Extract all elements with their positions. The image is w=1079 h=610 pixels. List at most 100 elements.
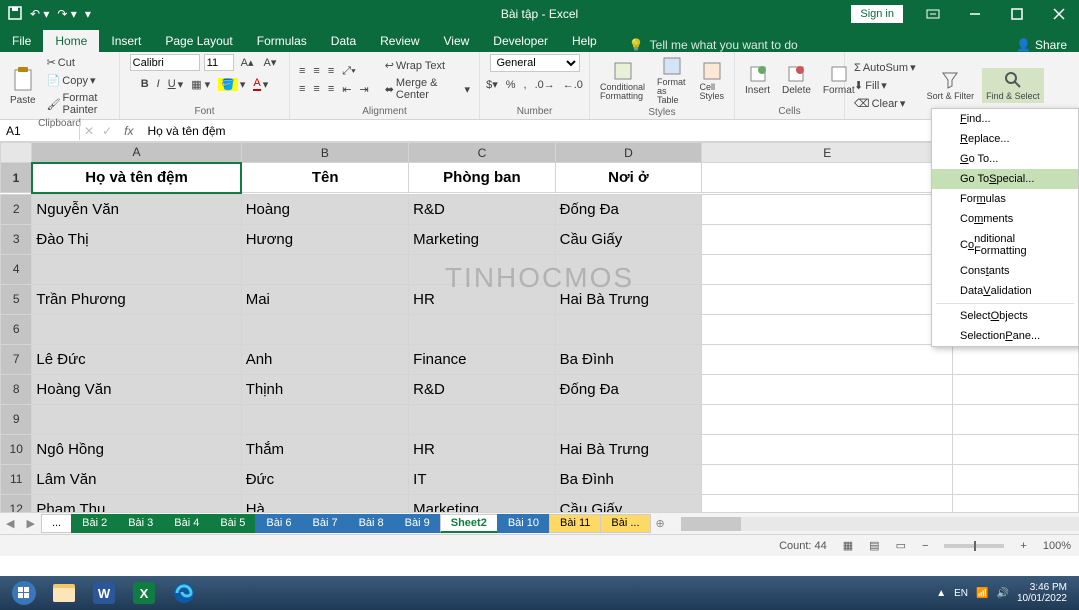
tray-clock[interactable]: 3:46 PM 10/01/2022 <box>1017 582 1067 604</box>
menu-item[interactable]: Go To... <box>932 149 1078 169</box>
tell-me-search[interactable]: 💡 Tell me what you want to do <box>609 38 798 52</box>
menu-item[interactable]: Find... <box>932 109 1078 129</box>
cell[interactable]: Đào Thị <box>32 224 241 254</box>
cell[interactable]: Đống Đa <box>555 194 702 224</box>
cell[interactable]: Trần Phương <box>32 284 241 314</box>
cell[interactable] <box>953 464 1079 494</box>
cell[interactable]: Phòng ban <box>409 163 556 193</box>
paste-button[interactable]: Paste <box>6 65 40 108</box>
zoom-in-icon[interactable]: + <box>1020 540 1026 552</box>
align-bottom-icon[interactable]: ≡ <box>325 63 337 80</box>
cell[interactable] <box>953 494 1079 512</box>
cell-styles-button[interactable]: Cell Styles <box>696 59 729 103</box>
cell[interactable]: HR <box>409 434 556 464</box>
row-header[interactable]: 10 <box>1 434 32 464</box>
save-icon[interactable] <box>8 6 22 23</box>
comma-icon[interactable]: , <box>521 76 530 93</box>
name-box[interactable]: A1 <box>0 122 80 140</box>
orientation-icon[interactable]: ⤢▾ <box>339 63 358 80</box>
view-layout-icon[interactable]: ▤ <box>869 539 879 552</box>
cell[interactable] <box>953 374 1079 404</box>
indent-inc-icon[interactable]: ⇥ <box>356 81 371 98</box>
tab-formulas[interactable]: Formulas <box>245 30 319 52</box>
cell[interactable]: Nguyễn Văn <box>32 194 241 224</box>
row-header[interactable]: 9 <box>1 404 32 434</box>
horizontal-scrollbar[interactable] <box>681 517 1079 531</box>
sheet-tab[interactable]: Bài 4 <box>163 514 210 533</box>
sheet-tab[interactable]: Bài 11 <box>549 514 601 533</box>
tab-help[interactable]: Help <box>560 30 609 52</box>
tab-page-layout[interactable]: Page Layout <box>153 30 244 52</box>
italic-button[interactable]: I <box>154 76 163 92</box>
tab-review[interactable]: Review <box>368 30 431 52</box>
currency-icon[interactable]: $▾ <box>483 76 501 93</box>
cell[interactable] <box>702 404 953 434</box>
align-center-icon[interactable]: ≡ <box>310 81 322 98</box>
col-header-a[interactable]: A <box>32 143 241 163</box>
copy-button[interactable]: 📄 Copy ▾ <box>44 72 113 89</box>
cell[interactable] <box>555 404 702 434</box>
cell[interactable]: Hà <box>241 494 408 512</box>
cell[interactable]: Marketing <box>409 224 556 254</box>
cell[interactable]: R&D <box>409 374 556 404</box>
word-icon[interactable]: W <box>84 578 124 608</box>
cell[interactable] <box>32 314 241 344</box>
border-button[interactable]: ▦ ▾ <box>188 76 213 93</box>
sheet-tab[interactable]: Bài 5 <box>209 514 256 533</box>
dec-decimal-icon[interactable]: ←.0 <box>560 76 586 93</box>
cell[interactable]: Nơi ở <box>555 163 702 193</box>
cell[interactable] <box>702 374 953 404</box>
autosum-button[interactable]: Σ AutoSum ▾ <box>851 59 919 76</box>
insert-button[interactable]: Insert <box>741 63 774 98</box>
cell[interactable]: Hoàng <box>241 194 408 224</box>
col-header-c[interactable]: C <box>409 143 556 163</box>
new-sheet-icon[interactable]: ⊕ <box>650 517 671 530</box>
enter-icon[interactable]: ✓ <box>98 124 116 138</box>
maximize-icon[interactable] <box>997 0 1037 28</box>
indent-dec-icon[interactable]: ⇤ <box>339 81 354 98</box>
tab-view[interactable]: View <box>432 30 482 52</box>
cell[interactable]: Tên <box>241 163 408 193</box>
cell[interactable]: Hương <box>241 224 408 254</box>
cell[interactable]: Đức <box>241 464 408 494</box>
wrap-text-button[interactable]: ↩ Wrap Text <box>382 57 473 74</box>
cell[interactable] <box>32 254 241 284</box>
cell[interactable] <box>555 314 702 344</box>
underline-button[interactable]: U ▾ <box>165 76 186 93</box>
cell[interactable] <box>555 254 702 284</box>
excel-icon[interactable]: X <box>124 578 164 608</box>
row-header[interactable]: 6 <box>1 314 32 344</box>
cell[interactable] <box>241 254 408 284</box>
align-middle-icon[interactable]: ≡ <box>310 63 322 80</box>
menu-item[interactable]: Go To Special... <box>932 169 1078 189</box>
format-painter-button[interactable]: 🖌 Format Painter <box>44 90 113 118</box>
cell[interactable] <box>241 404 408 434</box>
redo-icon[interactable]: ↷ ▾ <box>57 7 76 21</box>
menu-item[interactable]: Select Objects <box>932 306 1078 326</box>
row-header[interactable]: 1 <box>1 163 32 193</box>
cell[interactable]: Thịnh <box>241 374 408 404</box>
row-header[interactable]: 11 <box>1 464 32 494</box>
align-right-icon[interactable]: ≡ <box>325 81 337 98</box>
cell[interactable]: Họ và tên đệm <box>32 163 241 193</box>
sheet-tab[interactable]: Bài 3 <box>117 514 164 533</box>
cell[interactable]: R&D <box>409 194 556 224</box>
cell[interactable] <box>702 314 953 344</box>
cell[interactable] <box>702 163 953 193</box>
increase-font-icon[interactable]: A▴ <box>238 54 257 71</box>
ribbon-options-icon[interactable] <box>913 0 953 28</box>
cell[interactable] <box>32 404 241 434</box>
tab-insert[interactable]: Insert <box>99 30 153 52</box>
menu-item[interactable]: Comments <box>932 209 1078 229</box>
menu-item[interactable]: Replace... <box>932 129 1078 149</box>
zoom-level[interactable]: 100% <box>1043 540 1071 552</box>
cell[interactable] <box>702 434 953 464</box>
cell[interactable]: Hoàng Văn <box>32 374 241 404</box>
sheet-tab[interactable]: Bài 2 <box>71 514 118 533</box>
fx-button[interactable]: fx <box>116 124 141 138</box>
worksheet[interactable]: A B C D E 1 Họ và tên đệm Tên Phòng ban … <box>0 142 1079 512</box>
tab-file[interactable]: File <box>0 30 43 52</box>
edge-icon[interactable] <box>164 578 204 608</box>
cell[interactable] <box>409 254 556 284</box>
cell[interactable]: Thắm <box>241 434 408 464</box>
